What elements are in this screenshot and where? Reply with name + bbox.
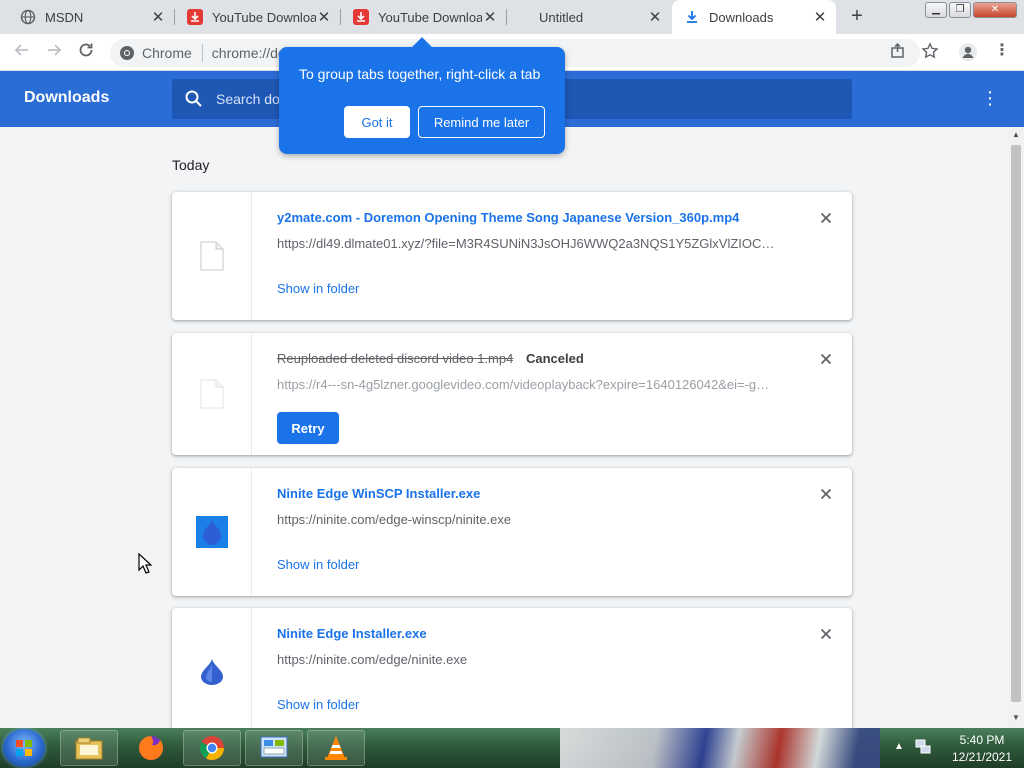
close-icon [820,353,832,365]
bubble-text: To group tabs together, right-click a ta… [299,66,541,82]
file-icon [200,379,223,409]
date-heading: Today [172,157,210,173]
tab-youtube-downloader-1[interactable]: YouTube Downloader ✕ [175,0,340,34]
tab-untitled[interactable]: Untitled ✕ [507,0,671,34]
reload-icon [79,43,93,57]
file-icon-column [172,333,252,455]
download-item-canceled: Reuploaded deleted discord video 1.mp4 C… [172,333,852,455]
show-in-folder-link[interactable]: Show in folder [277,557,359,572]
file-explorer-icon [75,737,103,760]
downloads-list: Today y2mate.com - Doremon Opening Theme… [0,127,1008,728]
status-label: Canceled [526,351,584,366]
remove-item-button[interactable] [816,349,836,369]
vlc-icon [325,736,347,760]
remind-me-later-button[interactable]: Remind me later [418,106,545,138]
vertical-scrollbar[interactable]: ▲ ▼ [1008,127,1024,728]
scrollbar-thumb[interactable] [1011,145,1021,702]
forward-button[interactable] [42,41,66,65]
windows-taskbar: ▲ 5:40 PM 12/21/2021 [0,728,1024,768]
close-icon[interactable]: ✕ [812,9,828,26]
close-icon [820,212,832,224]
chrome-logo-icon [120,46,134,60]
source-url[interactable]: https://dl49.dlmate01.xyz/?file=M3R4SUNi… [277,236,775,251]
file-icon-column [172,192,252,320]
clock-time[interactable]: 5:40 PM [942,733,1022,747]
file-name-link[interactable]: Ninite Edge WinSCP Installer.exe [277,486,480,501]
site-chip-label: Chrome [142,45,192,61]
restore-button[interactable]: ❐ [949,2,971,18]
tab-downloads[interactable]: Downloads ✕ [672,0,836,34]
file-explorer-taskbar-button[interactable] [60,730,118,766]
download-item: y2mate.com - Doremon Opening Theme Song … [172,192,852,320]
mouse-cursor-icon [138,553,152,574]
download-icon [684,9,700,25]
page-title: Downloads [24,89,110,106]
file-name-link[interactable]: y2mate.com - Doremon Opening Theme Song … [277,210,739,225]
more-actions-icon[interactable]: ⋮ [980,87,1000,111]
tab-msdn[interactable]: MSDN ✕ [8,0,174,34]
file-icon-column [172,468,252,596]
source-url[interactable]: https://ninite.com/edge/ninite.exe [277,652,775,667]
show-in-folder-link[interactable]: Show in folder [277,281,359,296]
ninite-winscp-icon [195,516,228,548]
youtube-downloader-icon [353,9,369,25]
remove-item-button[interactable] [816,624,836,644]
back-button[interactable] [10,41,34,65]
close-icon[interactable]: ✕ [647,9,663,26]
source-url[interactable]: https://r4---sn-4g5lzner.googlevideo.com… [277,377,775,392]
system-tray: ▲ 5:40 PM 12/21/2021 [890,728,1024,768]
remove-item-button[interactable] [816,484,836,504]
forward-arrow-icon [48,44,62,56]
show-in-folder-link[interactable]: Show in folder [277,697,359,712]
remove-item-button[interactable] [816,208,836,228]
download-item: Ninite Edge Installer.exe https://ninite… [172,608,852,728]
tab-youtube-downloader-2[interactable]: YouTube Downloader ✕ [341,0,506,34]
window-close-button[interactable]: ✕ [973,2,1017,18]
tab-groups-promo-bubble: To group tabs together, right-click a ta… [279,37,565,154]
globe-icon [20,9,36,25]
tab-strip: MSDN ✕ YouTube Downloader ✕ YouTube Down… [0,0,1024,34]
scroll-down-arrow-icon[interactable]: ▼ [1008,710,1024,726]
close-icon [820,628,832,640]
start-button[interactable] [3,729,45,767]
show-hidden-icons-icon[interactable]: ▲ [894,741,904,752]
ninite-icon [200,659,223,685]
share-icon[interactable] [888,42,908,62]
reload-button[interactable] [74,41,98,65]
source-url[interactable]: https://ninite.com/edge-winscp/ninite.ex… [277,512,775,527]
file-name-link[interactable]: Ninite Edge Installer.exe [277,626,427,641]
chrome-taskbar-button[interactable] [183,730,241,766]
file-icon [200,241,223,271]
desktop-wallpaper-strip [560,728,880,768]
close-icon[interactable]: ✕ [316,9,332,26]
youtube-downloader-icon [187,9,203,25]
close-icon [820,488,832,500]
download-item: Ninite Edge WinSCP Installer.exe https:/… [172,468,852,596]
bookmark-star-icon[interactable] [920,42,940,62]
scroll-up-arrow-icon[interactable]: ▲ [1008,127,1024,143]
new-tab-button[interactable]: + [846,6,868,28]
search-icon [185,90,202,107]
got-it-button[interactable]: Got it [344,106,410,138]
minimize-button[interactable]: ▁ [925,2,947,18]
file-icon-column [172,608,252,728]
vlc-taskbar-button[interactable] [307,730,365,766]
control-panel-icon [260,736,288,758]
close-icon[interactable]: ✕ [482,9,498,26]
chrome-icon [199,736,224,761]
window-controls: ▁ ❐ ✕ [925,2,1019,18]
file-name: Reuploaded deleted discord video 1.mp4 [277,351,514,366]
windows-logo-icon [16,740,32,756]
network-icon[interactable] [914,738,932,756]
control-panel-taskbar-button[interactable] [245,730,303,766]
back-arrow-icon [14,44,28,56]
chip-divider [201,44,203,62]
firefox-taskbar-button[interactable] [122,730,180,766]
firefox-icon [139,736,163,760]
retry-button[interactable]: Retry [277,412,339,444]
close-icon[interactable]: ✕ [150,9,166,26]
profile-avatar-icon[interactable] [958,42,978,62]
chrome-menu-icon[interactable]: ⋮ [992,42,1012,62]
clock-date[interactable]: 12/21/2021 [942,750,1022,764]
